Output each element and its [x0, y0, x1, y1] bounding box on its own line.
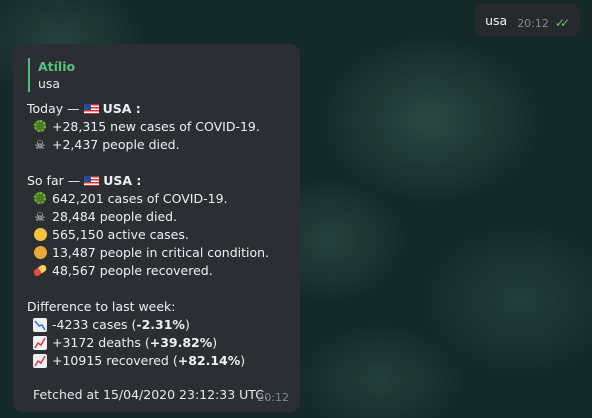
reply-quote[interactable]: Atílio usa	[28, 58, 75, 92]
diff-recovered: +10915 recovered (+82.14%)	[27, 352, 292, 370]
outgoing-time: 20:12	[517, 16, 549, 30]
today-cases: +28,315 new cases of COVID-19.	[27, 118, 292, 136]
usa-flag-icon	[83, 104, 99, 114]
virus-icon	[32, 192, 48, 206]
incoming-message[interactable]: Atílio usa Today — USA : +28,315 new cas…	[13, 44, 300, 412]
outgoing-text: usa	[485, 12, 508, 28]
sofar-critical: 13,487 people in critical condition.	[27, 244, 292, 262]
sofar-died: ☠ 28,484 people died.	[27, 208, 292, 226]
sofar-recovered: 48,567 people recovered.	[27, 262, 292, 280]
diff-cases: -4233 cases (-2.31%)	[27, 316, 292, 334]
outgoing-message[interactable]: usa 20:12 ✓✓	[475, 4, 580, 36]
reply-author: Atílio	[38, 59, 76, 74]
sofar-cases: 642,201 cases of COVID-19.	[27, 190, 292, 208]
message-time: 20:12	[257, 391, 289, 404]
skull-icon: ☠	[34, 210, 46, 224]
today-header: Today — USA :	[27, 101, 141, 116]
chart-increasing-icon	[32, 336, 48, 350]
double-check-icon: ✓✓	[554, 16, 570, 30]
skull-icon: ☠	[34, 138, 46, 152]
today-died: ☠ +2,437 people died.	[27, 136, 292, 154]
reply-text: usa	[38, 76, 61, 91]
diff-deaths: +3172 deaths (+39.82%)	[27, 334, 292, 352]
pill-icon	[32, 263, 48, 278]
fetched-timestamp: Fetched at 15/04/2020 23:12:33 UTC.	[33, 387, 268, 402]
sofar-header: So far — USA :	[27, 173, 142, 188]
sleepy-face-icon	[32, 228, 48, 242]
diff-header: Difference to last week:	[27, 299, 176, 314]
chart-decreasing-icon	[32, 318, 48, 332]
sofar-active: 565,150 active cases.	[27, 226, 292, 244]
chart-increasing-icon	[32, 354, 48, 368]
message-body: Today — USA : +28,315 new cases of COVID…	[27, 100, 292, 370]
usa-flag-icon	[84, 176, 100, 186]
sick-face-icon	[32, 246, 48, 260]
virus-icon	[32, 120, 48, 134]
